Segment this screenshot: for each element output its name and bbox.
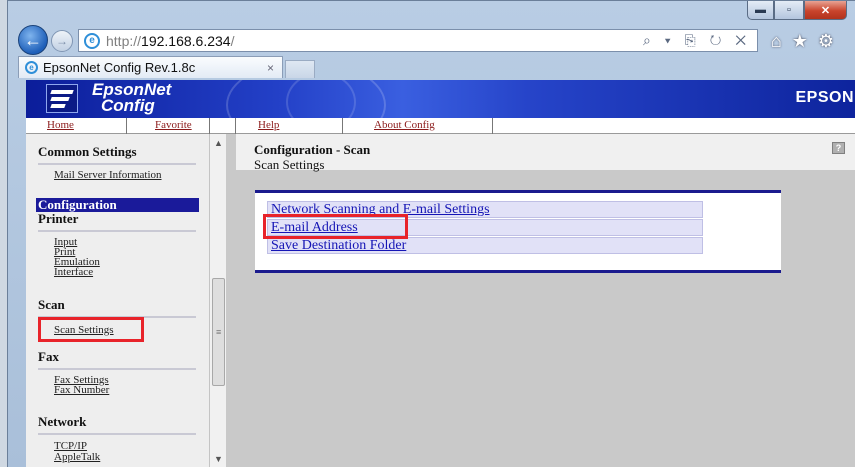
sidebar-divider: [38, 230, 196, 232]
sidebar-item-interface[interactable]: Interface: [54, 267, 93, 278]
menu-home[interactable]: Home: [47, 119, 74, 131]
menu-divider: [209, 118, 210, 134]
ie-page-icon: e: [84, 32, 100, 49]
sidebar: Common Settings Mail Server Information …: [26, 134, 209, 467]
top-menu: Home Favorite Help About Config: [26, 118, 855, 134]
highlight-box-email-address: [263, 214, 408, 239]
sidebar-item-appletalk[interactable]: AppleTalk: [54, 452, 100, 463]
scrollbar-thumb[interactable]: ≡: [212, 278, 225, 386]
menu-divider: [492, 118, 493, 134]
browser-window: ▬ ▫ ✕ ← → e http://192.168.6.234/ ⌕ ▾ ⎘ …: [7, 0, 855, 467]
address-bar[interactable]: e http://192.168.6.234/ ⌕ ▾ ⎘ ↻ ✕: [78, 29, 758, 52]
menu-divider: [342, 118, 343, 134]
link-save-destination-folder[interactable]: Save Destination Folder: [267, 237, 703, 254]
tab-bar: e EpsonNet Config Rev.1.8c ×: [8, 56, 855, 78]
sidebar-heading-scan: Scan: [38, 297, 65, 312]
menu-divider: [126, 118, 127, 134]
epsonnet-logo-icon: [46, 84, 78, 113]
grip-icon: ≡: [216, 327, 222, 337]
sidebar-heading-network: Network: [38, 414, 87, 429]
window-controls: ▬ ▫ ✕: [747, 1, 847, 20]
page-subtitle: Scan Settings: [254, 157, 325, 172]
tab-epsonnet-config[interactable]: e EpsonNet Config Rev.1.8c ×: [18, 56, 283, 78]
sidebar-divider: [38, 163, 196, 165]
close-window-button[interactable]: ✕: [804, 1, 847, 20]
favorites-star-icon[interactable]: ★: [792, 31, 818, 51]
sidebar-scrollbar[interactable]: ▲ ≡ ▼: [209, 134, 226, 467]
browser-toolbar: ⌂★⚙: [771, 31, 844, 52]
gear-icon[interactable]: ⚙: [818, 31, 844, 51]
forward-button[interactable]: →: [51, 30, 73, 52]
sidebar-heading-printer: Printer: [38, 211, 79, 226]
scroll-up-icon[interactable]: ▲: [214, 138, 223, 148]
minimize-button[interactable]: ▬: [747, 1, 774, 20]
menu-divider: [235, 118, 236, 134]
ie-tab-icon: e: [25, 61, 38, 74]
help-icon[interactable]: ?: [832, 142, 845, 154]
forward-arrow-icon: →: [56, 34, 68, 48]
scan-settings-panel: Network Scanning and E-mail Settings E-m…: [255, 190, 781, 273]
epsonnet-banner: EpsonNet Config EPSON: [26, 80, 855, 150]
page-title: Configuration - Scan: [254, 142, 371, 157]
brand-title: EpsonNet Config: [92, 80, 172, 115]
back-button[interactable]: ←: [18, 25, 48, 55]
address-tools[interactable]: ⌕ ▾ ⎘ ↻ ✕: [643, 32, 751, 49]
menu-about-config[interactable]: About Config: [374, 119, 435, 131]
page-content: EpsonNet Config EPSON Home Favorite Help…: [26, 80, 855, 467]
sidebar-heading-fax: Fax: [38, 349, 59, 364]
tab-title: EpsonNet Config Rev.1.8c: [43, 60, 196, 75]
close-tab-icon[interactable]: ×: [267, 61, 274, 75]
sidebar-divider: [38, 368, 196, 370]
new-tab-button[interactable]: [285, 60, 315, 78]
scroll-down-icon[interactable]: ▼: [214, 454, 223, 464]
highlight-box-scan-settings: [38, 317, 144, 342]
epson-logo: EPSON: [795, 89, 854, 106]
sidebar-divider: [38, 433, 196, 435]
navigation-bar: ← → e http://192.168.6.234/ ⌕ ▾ ⎘ ↻ ✕ ⌂★…: [8, 22, 855, 56]
main-header: Configuration - Scan Scan Settings ?: [236, 134, 855, 172]
sidebar-item-mail-server-information[interactable]: Mail Server Information: [54, 170, 162, 181]
menu-favorite[interactable]: Favorite: [155, 119, 192, 131]
menu-help[interactable]: Help: [258, 119, 279, 131]
sidebar-item-fax-number[interactable]: Fax Number: [54, 385, 109, 396]
back-arrow-icon: ←: [24, 29, 42, 50]
home-icon[interactable]: ⌂: [771, 31, 792, 51]
maximize-button[interactable]: ▫: [774, 1, 804, 20]
sidebar-heading-configuration: Configuration: [36, 198, 199, 212]
sidebar-heading-common-settings: Common Settings: [38, 144, 137, 159]
url-text: http://192.168.6.234/: [106, 32, 235, 49]
